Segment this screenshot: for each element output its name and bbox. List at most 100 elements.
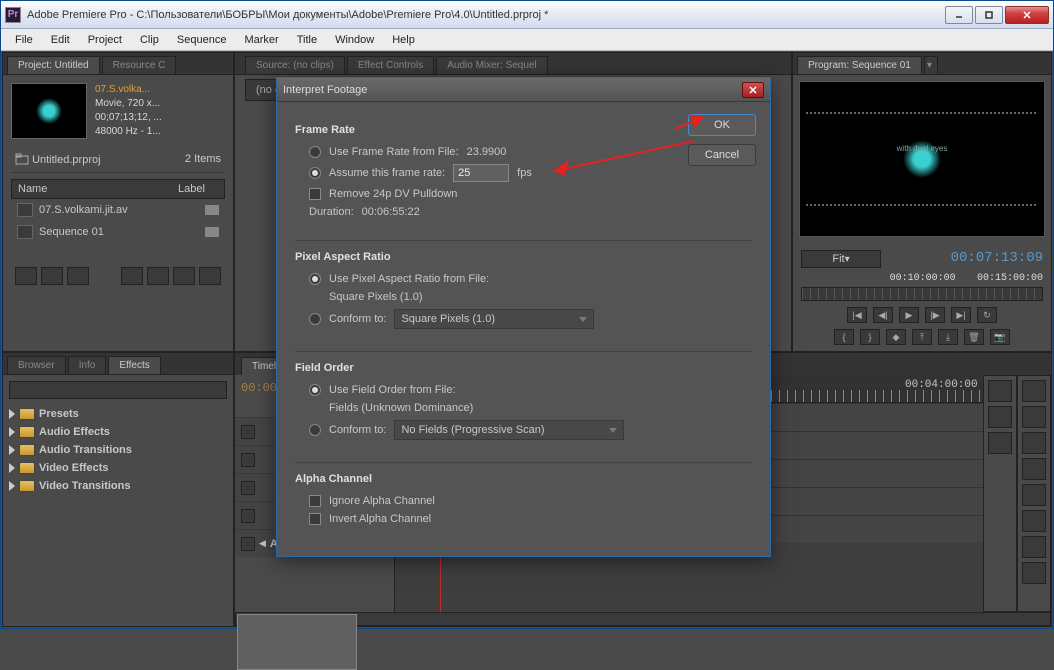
folder-audio-effects[interactable]: Audio Effects bbox=[9, 423, 227, 441]
tab-dropdown[interactable]: ▾ bbox=[924, 56, 938, 74]
program-monitor[interactable]: with dual eyes bbox=[799, 81, 1045, 237]
lift-button[interactable]: ⤒ bbox=[912, 329, 932, 345]
radio-use-file-framerate[interactable] bbox=[309, 146, 321, 158]
pen-tool[interactable] bbox=[1022, 510, 1046, 532]
tab-info[interactable]: Info bbox=[68, 356, 107, 374]
go-start-button[interactable]: |◀ bbox=[847, 307, 867, 323]
menu-clip[interactable]: Clip bbox=[132, 31, 167, 49]
speaker-icon[interactable] bbox=[241, 537, 255, 551]
disclosure-icon[interactable] bbox=[9, 409, 15, 419]
dialog-close-button[interactable] bbox=[742, 82, 764, 98]
trash-icon[interactable]: 🗑 bbox=[964, 329, 984, 345]
close-button[interactable] bbox=[1005, 6, 1049, 24]
find-button[interactable] bbox=[121, 267, 143, 285]
zoom-tool[interactable] bbox=[1022, 562, 1046, 584]
menu-file[interactable]: File bbox=[7, 31, 41, 49]
checkbox-ignore-alpha[interactable] bbox=[309, 495, 321, 507]
value-file-fields: Fields (Unknown Dominance) bbox=[329, 402, 473, 414]
delete-button[interactable] bbox=[199, 267, 221, 285]
ok-button[interactable]: OK bbox=[688, 114, 756, 136]
folder-presets[interactable]: Presets bbox=[9, 405, 227, 423]
disclosure-icon[interactable] bbox=[9, 463, 15, 473]
tc-mark-2: 00:15:00:00 bbox=[977, 273, 1043, 284]
loop-button[interactable]: ↻ bbox=[977, 307, 997, 323]
timeline-scrollbar[interactable] bbox=[235, 612, 1051, 626]
checkbox-invert-alpha[interactable] bbox=[309, 513, 321, 525]
folder-video-transitions[interactable]: Video Transitions bbox=[9, 477, 227, 495]
col-name[interactable]: Name bbox=[18, 183, 178, 195]
tab-effects[interactable]: Effects bbox=[108, 356, 160, 374]
play-button[interactable]: ▶ bbox=[899, 307, 919, 323]
new-item-button[interactable] bbox=[173, 267, 195, 285]
select-conform-fields[interactable]: No Fields (Progressive Scan) bbox=[394, 420, 624, 440]
disclosure-icon[interactable] bbox=[9, 427, 15, 437]
tab-resource[interactable]: Resource C bbox=[102, 56, 177, 74]
list-view-button[interactable] bbox=[15, 267, 37, 285]
program-timeline-scrubber[interactable] bbox=[801, 287, 1043, 301]
tab-browser[interactable]: Browser bbox=[7, 356, 66, 374]
icon-view-button[interactable] bbox=[41, 267, 63, 285]
select-conform-par[interactable]: Square Pixels (1.0) bbox=[394, 309, 594, 329]
mark-out-button[interactable]: } bbox=[860, 329, 880, 345]
list-item[interactable]: 07.S.volkami.jit.av bbox=[11, 199, 225, 221]
eye-icon[interactable] bbox=[241, 425, 255, 439]
folder-audio-transitions[interactable]: Audio Transitions bbox=[9, 441, 227, 459]
hand-tool[interactable] bbox=[1022, 536, 1046, 558]
menu-sequence[interactable]: Sequence bbox=[169, 31, 235, 49]
selection-tool[interactable] bbox=[1022, 380, 1046, 402]
label-duration: Duration: bbox=[309, 206, 354, 218]
audio-meter bbox=[983, 375, 1017, 612]
cancel-button[interactable]: Cancel bbox=[688, 144, 756, 166]
effects-search-input[interactable] bbox=[9, 381, 227, 399]
program-timecode[interactable]: 00:07:13:09 bbox=[951, 250, 1043, 268]
clip-meta-format: Movie, 720 x... bbox=[95, 97, 162, 111]
folder-video-effects[interactable]: Video Effects bbox=[9, 459, 227, 477]
menu-marker[interactable]: Marker bbox=[236, 31, 286, 49]
interpret-footage-dialog: Interpret Footage OK Cancel Frame Rate U… bbox=[276, 77, 771, 557]
label-swatch[interactable] bbox=[205, 227, 219, 237]
zoom-fit-dropdown[interactable]: Fit ▾ bbox=[801, 250, 881, 268]
tab-effect-controls[interactable]: Effect Controls bbox=[347, 56, 434, 74]
track-select-tool[interactable] bbox=[1022, 406, 1046, 428]
disclosure-icon[interactable] bbox=[9, 445, 15, 455]
sequence-icon bbox=[17, 225, 33, 239]
go-end-button[interactable]: ▶| bbox=[951, 307, 971, 323]
speaker-icon[interactable] bbox=[241, 509, 255, 523]
step-fwd-button[interactable]: |▶ bbox=[925, 307, 945, 323]
auto-match-button[interactable] bbox=[67, 267, 89, 285]
tab-source[interactable]: Source: (no clips) bbox=[245, 56, 345, 74]
step-back-button[interactable]: ◀| bbox=[873, 307, 893, 323]
ripple-tool[interactable] bbox=[1022, 432, 1046, 454]
menu-title[interactable]: Title bbox=[289, 31, 325, 49]
extract-button[interactable]: ⤓ bbox=[938, 329, 958, 345]
export-frame-button[interactable]: 📷 bbox=[990, 329, 1010, 345]
radio-conform-fields[interactable] bbox=[309, 424, 321, 436]
list-item[interactable]: Sequence 01 bbox=[11, 221, 225, 243]
radio-use-file-par[interactable] bbox=[309, 273, 321, 285]
radio-assume-framerate[interactable] bbox=[309, 167, 321, 179]
radio-conform-par[interactable] bbox=[309, 313, 321, 325]
tab-program[interactable]: Program: Sequence 01 bbox=[797, 56, 922, 74]
new-bin-button[interactable] bbox=[147, 267, 169, 285]
mark-in-button[interactable]: { bbox=[834, 329, 854, 345]
menu-edit[interactable]: Edit bbox=[43, 31, 78, 49]
eye-icon[interactable] bbox=[241, 453, 255, 467]
razor-tool[interactable] bbox=[1022, 458, 1046, 480]
input-assume-framerate[interactable] bbox=[453, 164, 509, 182]
slip-tool[interactable] bbox=[1022, 484, 1046, 506]
radio-use-file-fields[interactable] bbox=[309, 384, 321, 396]
label-swatch[interactable] bbox=[205, 205, 219, 215]
tab-audio-mixer[interactable]: Audio Mixer: Sequel bbox=[436, 56, 548, 74]
menu-help[interactable]: Help bbox=[384, 31, 423, 49]
tab-project[interactable]: Project: Untitled bbox=[7, 56, 100, 74]
label-conform-par: Conform to: bbox=[329, 313, 386, 325]
col-label[interactable]: Label bbox=[178, 183, 218, 195]
menu-project[interactable]: Project bbox=[80, 31, 130, 49]
eye-icon[interactable] bbox=[241, 481, 255, 495]
maximize-button[interactable] bbox=[975, 6, 1003, 24]
minimize-button[interactable] bbox=[945, 6, 973, 24]
clip-thumbnail[interactable] bbox=[11, 83, 87, 139]
disclosure-icon[interactable] bbox=[9, 481, 15, 491]
menu-window[interactable]: Window bbox=[327, 31, 382, 49]
marker-button[interactable]: ◆ bbox=[886, 329, 906, 345]
